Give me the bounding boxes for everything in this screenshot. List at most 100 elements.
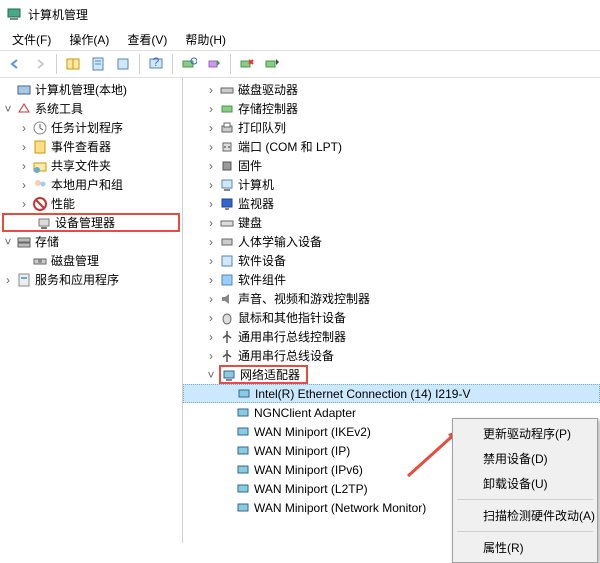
tree-label: 存储控制器 bbox=[238, 100, 298, 117]
context-menu-disable-device[interactable]: 禁用设备(D) bbox=[455, 446, 595, 471]
tree-label: 固件 bbox=[238, 157, 262, 174]
scan-hardware-button[interactable] bbox=[178, 53, 200, 75]
chevron-right-icon[interactable]: › bbox=[203, 349, 219, 363]
context-menu-uninstall-device[interactable]: 卸载设备(U) bbox=[455, 471, 595, 496]
tree-event-viewer[interactable]: › 事件查看器 bbox=[0, 137, 182, 156]
chevron-right-icon[interactable]: › bbox=[203, 311, 219, 325]
tree-label: 键盘 bbox=[238, 214, 262, 231]
chevron-down-icon[interactable]: ˅ bbox=[203, 368, 219, 382]
menu-view[interactable]: 查看(V) bbox=[119, 29, 175, 50]
tree-label: 事件查看器 bbox=[51, 138, 111, 155]
tree-services[interactable]: ›服务和应用程序 bbox=[0, 270, 182, 289]
device-software-devices[interactable]: › 软件设备 bbox=[183, 251, 600, 270]
tree-task-scheduler[interactable]: › 任务计划程序 bbox=[0, 118, 182, 137]
left-pane: 计算机管理(本地) ˅ 系统工具 › 任务计划程序 › 事件查看器 › 共享文件夹 › 本… bbox=[0, 78, 183, 543]
tree-label: 人体学输入设备 bbox=[238, 233, 322, 250]
tree-storage[interactable]: ˅ 存储 bbox=[0, 232, 182, 251]
tree-label: 软件设备 bbox=[238, 252, 286, 269]
show-hide-button[interactable] bbox=[62, 53, 84, 75]
uninstall-device-button[interactable] bbox=[236, 53, 258, 75]
tree-label: 本地用户和组 bbox=[51, 176, 123, 193]
chevron-right-icon[interactable]: › bbox=[203, 197, 219, 211]
menu-separator bbox=[457, 499, 593, 500]
chevron-right-icon[interactable]: › bbox=[16, 159, 32, 173]
title-bar: 计算机管理 bbox=[0, 0, 600, 28]
disable-device-button[interactable] bbox=[261, 53, 283, 75]
menu-separator bbox=[457, 531, 593, 532]
chevron-right-icon[interactable]: › bbox=[203, 159, 219, 173]
window-title: 计算机管理 bbox=[28, 6, 88, 23]
device-monitors[interactable]: ›监视器 bbox=[183, 194, 600, 213]
context-menu-update-driver[interactable]: 更新驱动程序(P) bbox=[455, 421, 595, 446]
chevron-right-icon[interactable]: › bbox=[16, 178, 32, 192]
menu-action[interactable]: 操作(A) bbox=[61, 29, 117, 50]
device-ports[interactable]: ›端口 (COM 和 LPT) bbox=[183, 137, 600, 156]
help-button[interactable]: ? bbox=[145, 53, 167, 75]
device-disk-drives[interactable]: › 磁盘驱动器 bbox=[183, 80, 600, 99]
device-print-queues[interactable]: › 打印队列 bbox=[183, 118, 600, 137]
device-usb-controllers[interactable]: › 通用串行总线控制器 bbox=[183, 327, 600, 346]
device-software-components[interactable]: › 软件组件 bbox=[183, 270, 600, 289]
tree-label: 通用串行总线控制器 bbox=[238, 328, 346, 345]
chevron-right-icon[interactable]: › bbox=[203, 121, 219, 135]
tree-label: WAN Miniport (IPv6) bbox=[254, 463, 363, 477]
chevron-right-icon[interactable]: › bbox=[16, 140, 32, 154]
tree-label: WAN Miniport (IP) bbox=[254, 444, 350, 458]
chevron-right-icon[interactable]: › bbox=[203, 292, 219, 306]
device-keyboards[interactable]: › 键盘 bbox=[183, 213, 600, 232]
tree-label: 任务计划程序 bbox=[51, 119, 123, 136]
device-firmware[interactable]: › 固件 bbox=[183, 156, 600, 175]
chevron-right-icon[interactable]: › bbox=[0, 273, 16, 287]
chevron-down-icon[interactable]: ˅ bbox=[0, 235, 16, 249]
tree-label: 磁盘管理 bbox=[51, 252, 99, 269]
tree-disk-management[interactable]: 磁盘管理 bbox=[0, 251, 182, 270]
tree-label: 通用串行总线设备 bbox=[238, 347, 334, 364]
chevron-right-icon[interactable]: › bbox=[203, 102, 219, 116]
network-adapter-ethernet[interactable]: Intel(R) Ethernet Connection (14) I219-V bbox=[183, 384, 600, 403]
tree-label: 打印队列 bbox=[238, 119, 286, 136]
tree-system-tools[interactable]: ˅ 系统工具 bbox=[0, 99, 182, 118]
back-button[interactable] bbox=[4, 53, 26, 75]
chevron-right-icon[interactable]: › bbox=[203, 235, 219, 249]
context-menu-scan-hardware[interactable]: 扫描检测硬件改动(A) bbox=[455, 503, 595, 528]
device-hid[interactable]: › 人体学输入设备 bbox=[183, 232, 600, 251]
device-sound[interactable]: ›声音、视频和游戏控制器 bbox=[183, 289, 600, 308]
context-menu-properties[interactable]: 属性(R) bbox=[455, 535, 595, 560]
export-button[interactable] bbox=[112, 53, 134, 75]
chevron-right-icon[interactable]: › bbox=[16, 121, 32, 135]
device-computer[interactable]: ›计算机 bbox=[183, 175, 600, 194]
tree-label: 系统工具 bbox=[35, 100, 83, 117]
chevron-right-icon[interactable]: › bbox=[203, 178, 219, 192]
chevron-right-icon[interactable]: › bbox=[16, 197, 32, 211]
device-mice[interactable]: ›鼠标和其他指针设备 bbox=[183, 308, 600, 327]
device-storage-controllers[interactable]: › 存储控制器 bbox=[183, 99, 600, 118]
menu-file[interactable]: 文件(F) bbox=[4, 29, 59, 50]
app-icon bbox=[6, 6, 22, 22]
tree-local-users[interactable]: › 本地用户和组 bbox=[0, 175, 182, 194]
chevron-right-icon[interactable]: › bbox=[203, 140, 219, 154]
update-driver-toolbar-button[interactable] bbox=[203, 53, 225, 75]
tree-label: 共享文件夹 bbox=[51, 157, 111, 174]
tree-performance[interactable]: ›性能 bbox=[0, 194, 182, 213]
tree-shared-folders[interactable]: › 共享文件夹 bbox=[0, 156, 182, 175]
tree-label: 存储 bbox=[35, 233, 59, 250]
chevron-right-icon[interactable]: › bbox=[203, 273, 219, 287]
tree-root[interactable]: 计算机管理(本地) bbox=[0, 80, 182, 99]
tree-label: 磁盘驱动器 bbox=[238, 81, 298, 98]
tree-label: WAN Miniport (Network Monitor) bbox=[254, 501, 426, 515]
chevron-down-icon[interactable]: ˅ bbox=[0, 102, 16, 116]
tree-label: WAN Miniport (L2TP) bbox=[254, 482, 368, 496]
chevron-right-icon[interactable]: › bbox=[203, 216, 219, 230]
tree-label: 计算机管理(本地) bbox=[35, 81, 127, 98]
chevron-right-icon[interactable]: › bbox=[203, 254, 219, 268]
tree-device-manager[interactable]: 设备管理器 bbox=[2, 213, 180, 232]
chevron-right-icon[interactable]: › bbox=[203, 330, 219, 344]
chevron-right-icon[interactable]: › bbox=[203, 83, 219, 97]
tree-label: 软件组件 bbox=[238, 271, 286, 288]
forward-button[interactable] bbox=[29, 53, 51, 75]
device-usb-devices[interactable]: › 通用串行总线设备 bbox=[183, 346, 600, 365]
menu-help[interactable]: 帮助(H) bbox=[177, 29, 234, 50]
device-network-adapters[interactable]: 网络适配器 bbox=[240, 366, 300, 383]
properties-button[interactable] bbox=[87, 53, 109, 75]
svg-text:?: ? bbox=[153, 56, 160, 69]
